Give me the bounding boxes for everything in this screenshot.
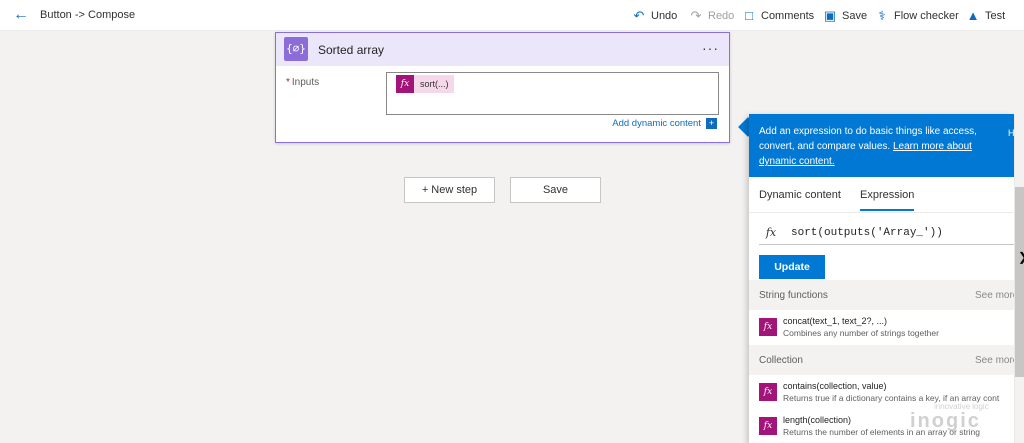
tab-dynamic-content[interactable]: Dynamic content — [759, 189, 841, 201]
breadcrumb: Button -> Compose — [40, 9, 136, 21]
comments-label: Comments — [761, 10, 815, 22]
redo-label: Redo — [708, 10, 735, 22]
section-title: String functions — [759, 290, 828, 301]
save-icon: ▣ — [823, 8, 837, 23]
test-button[interactable]: ▲ Test — [966, 8, 1006, 24]
comment-icon: □ — [745, 8, 753, 23]
function-description: Combines any number of strings together — [783, 328, 939, 338]
fx-icon: fx — [759, 318, 777, 336]
section-title: Collection — [759, 355, 803, 366]
new-step-button[interactable]: + New step — [404, 177, 495, 203]
redo-icon: ↷ — [690, 8, 702, 23]
update-button[interactable]: Update — [759, 255, 825, 279]
compose-action-card: {∅} Sorted array ··· * Inputs fx sort(...… — [275, 32, 730, 143]
comments-button[interactable]: □ Comments — [742, 8, 814, 24]
expression-value[interactable]: sort(outputs('Array_')) — [791, 227, 943, 239]
save-button[interactable]: ▣ Save — [823, 8, 867, 24]
tab-expression[interactable]: Expression — [860, 189, 915, 211]
fx-icon: fx — [765, 226, 777, 239]
expression-token[interactable]: fx sort(...) — [396, 75, 454, 93]
panel-edge-text: H — [1008, 128, 1015, 138]
fx-icon: fx — [759, 383, 777, 401]
inputs-label: * Inputs — [286, 77, 319, 88]
flow-checker-label: Flow checker — [894, 10, 959, 22]
add-dynamic-content-label: Add dynamic content — [612, 118, 701, 129]
scrollbar-thumb[interactable] — [1015, 187, 1024, 377]
fx-icon: fx — [396, 75, 414, 93]
stethoscope-icon: ⚕ — [878, 8, 886, 23]
section-collection: Collection See more — [749, 345, 1014, 375]
back-arrow-icon[interactable]: ← — [12, 6, 30, 24]
undo-label: Undo — [651, 10, 678, 22]
flask-icon: ▲ — [966, 8, 980, 23]
add-dynamic-content-link[interactable]: Add dynamic content + — [612, 118, 717, 129]
section-string-functions: String functions See more — [749, 280, 1014, 310]
expression-input[interactable]: fx sort(outputs('Array_')) — [759, 221, 1014, 245]
panel-info-banner: Add an expression to do basic things lik… — [749, 114, 1014, 177]
test-label: Test — [985, 10, 1006, 22]
compose-icon: {∅} — [284, 37, 308, 61]
more-options-icon[interactable]: ··· — [702, 40, 719, 56]
inputs-label-text: Inputs — [291, 77, 320, 88]
see-more-link[interactable]: See more — [975, 355, 1014, 366]
panel-tabs: Dynamic content Expression — [749, 177, 1014, 213]
watermark-logo: inogic — [910, 410, 981, 432]
dynamic-content-panel: Add an expression to do basic things lik… — [749, 114, 1014, 443]
plus-icon: + — [706, 118, 717, 129]
save-flow-button[interactable]: Save — [510, 177, 601, 203]
flow-checker-button[interactable]: ⚕ Flow checker — [875, 8, 959, 24]
save-label: Save — [842, 10, 868, 22]
undo-button[interactable]: ↶ Undo — [632, 8, 678, 24]
card-header[interactable]: {∅} Sorted array ··· — [276, 33, 729, 66]
mouse-cursor-icon: ❯ — [1018, 250, 1024, 264]
function-signature: concat(text_1, text_2?, ...) — [783, 316, 888, 326]
token-label: sort(...) — [420, 79, 449, 89]
fx-icon: fx — [759, 417, 777, 435]
top-command-bar: ← Button -> Compose ↶ Undo ↷ Redo □ Comm… — [0, 0, 1024, 31]
function-signature: contains(collection, value) — [783, 381, 887, 391]
see-more-link[interactable]: See more — [975, 290, 1014, 301]
function-item-concat[interactable]: fx concat(text_1, text_2?, ...) Combines… — [749, 311, 1014, 343]
redo-button[interactable]: ↷ Redo — [689, 8, 735, 24]
function-signature: length(collection) — [783, 415, 852, 425]
inputs-field[interactable]: fx sort(...) — [386, 72, 719, 115]
required-marker: * — [286, 77, 290, 88]
card-title[interactable]: Sorted array — [318, 43, 384, 57]
undo-icon: ↶ — [633, 8, 645, 23]
